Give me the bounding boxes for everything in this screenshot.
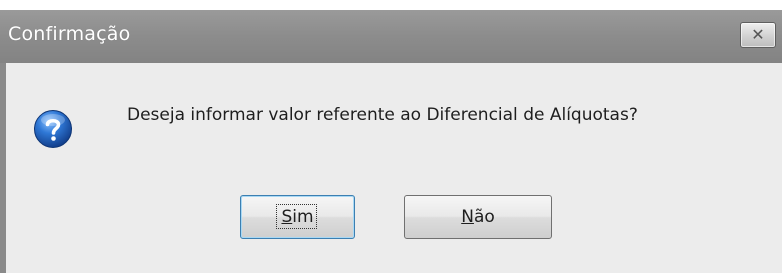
dialog-title: Confirmação	[8, 23, 131, 45]
close-button[interactable]: ✕	[740, 22, 776, 48]
close-icon: ✕	[751, 25, 765, 44]
no-button-mnemonic: N	[461, 207, 474, 227]
confirmation-dialog: Confirmação ✕ Deseja informar valor refe…	[0, 10, 782, 273]
question-icon	[34, 110, 72, 148]
no-button-label: ão	[473, 207, 495, 227]
focus-ring	[276, 204, 317, 229]
yes-button[interactable]: Sim	[240, 195, 355, 239]
dialog-body: Deseja informar valor referente ao Difer…	[6, 63, 782, 273]
dialog-message: Deseja informar valor referente ao Difer…	[127, 105, 638, 125]
title-bar[interactable]: Confirmação ✕	[0, 10, 782, 63]
no-button[interactable]: Não	[404, 195, 552, 239]
